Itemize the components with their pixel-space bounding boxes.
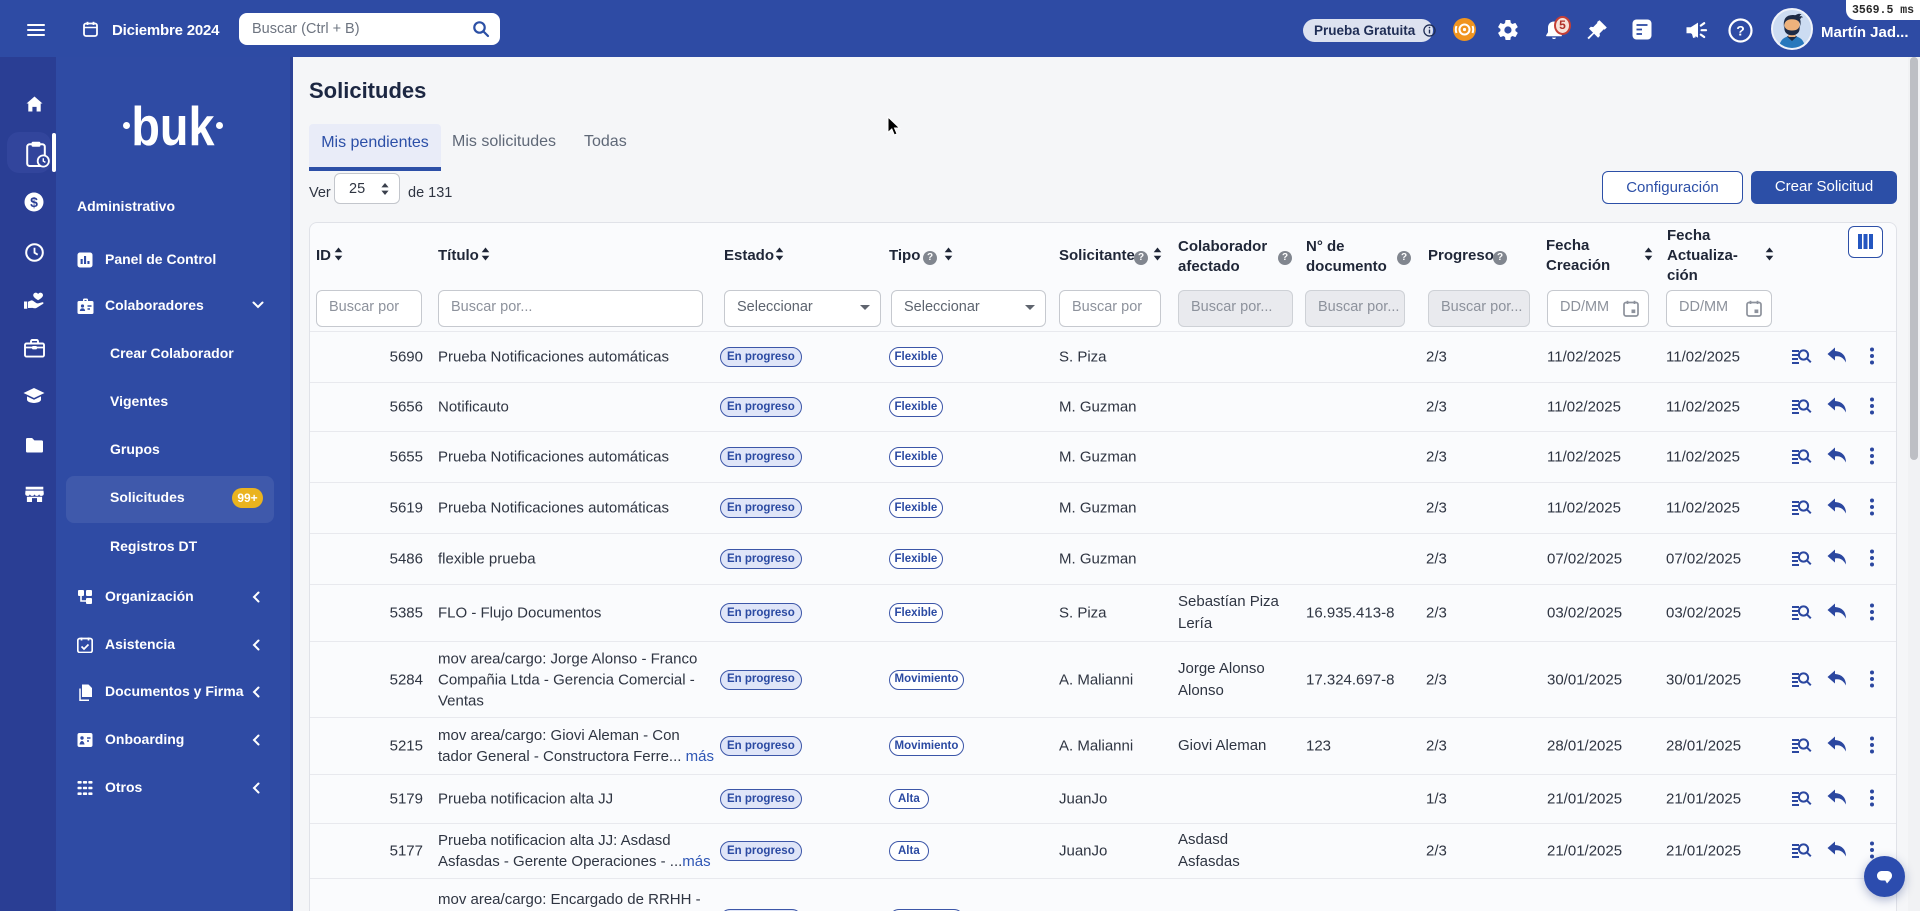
svg-text:$: $ (30, 194, 38, 210)
svg-text:?: ? (1736, 23, 1745, 39)
